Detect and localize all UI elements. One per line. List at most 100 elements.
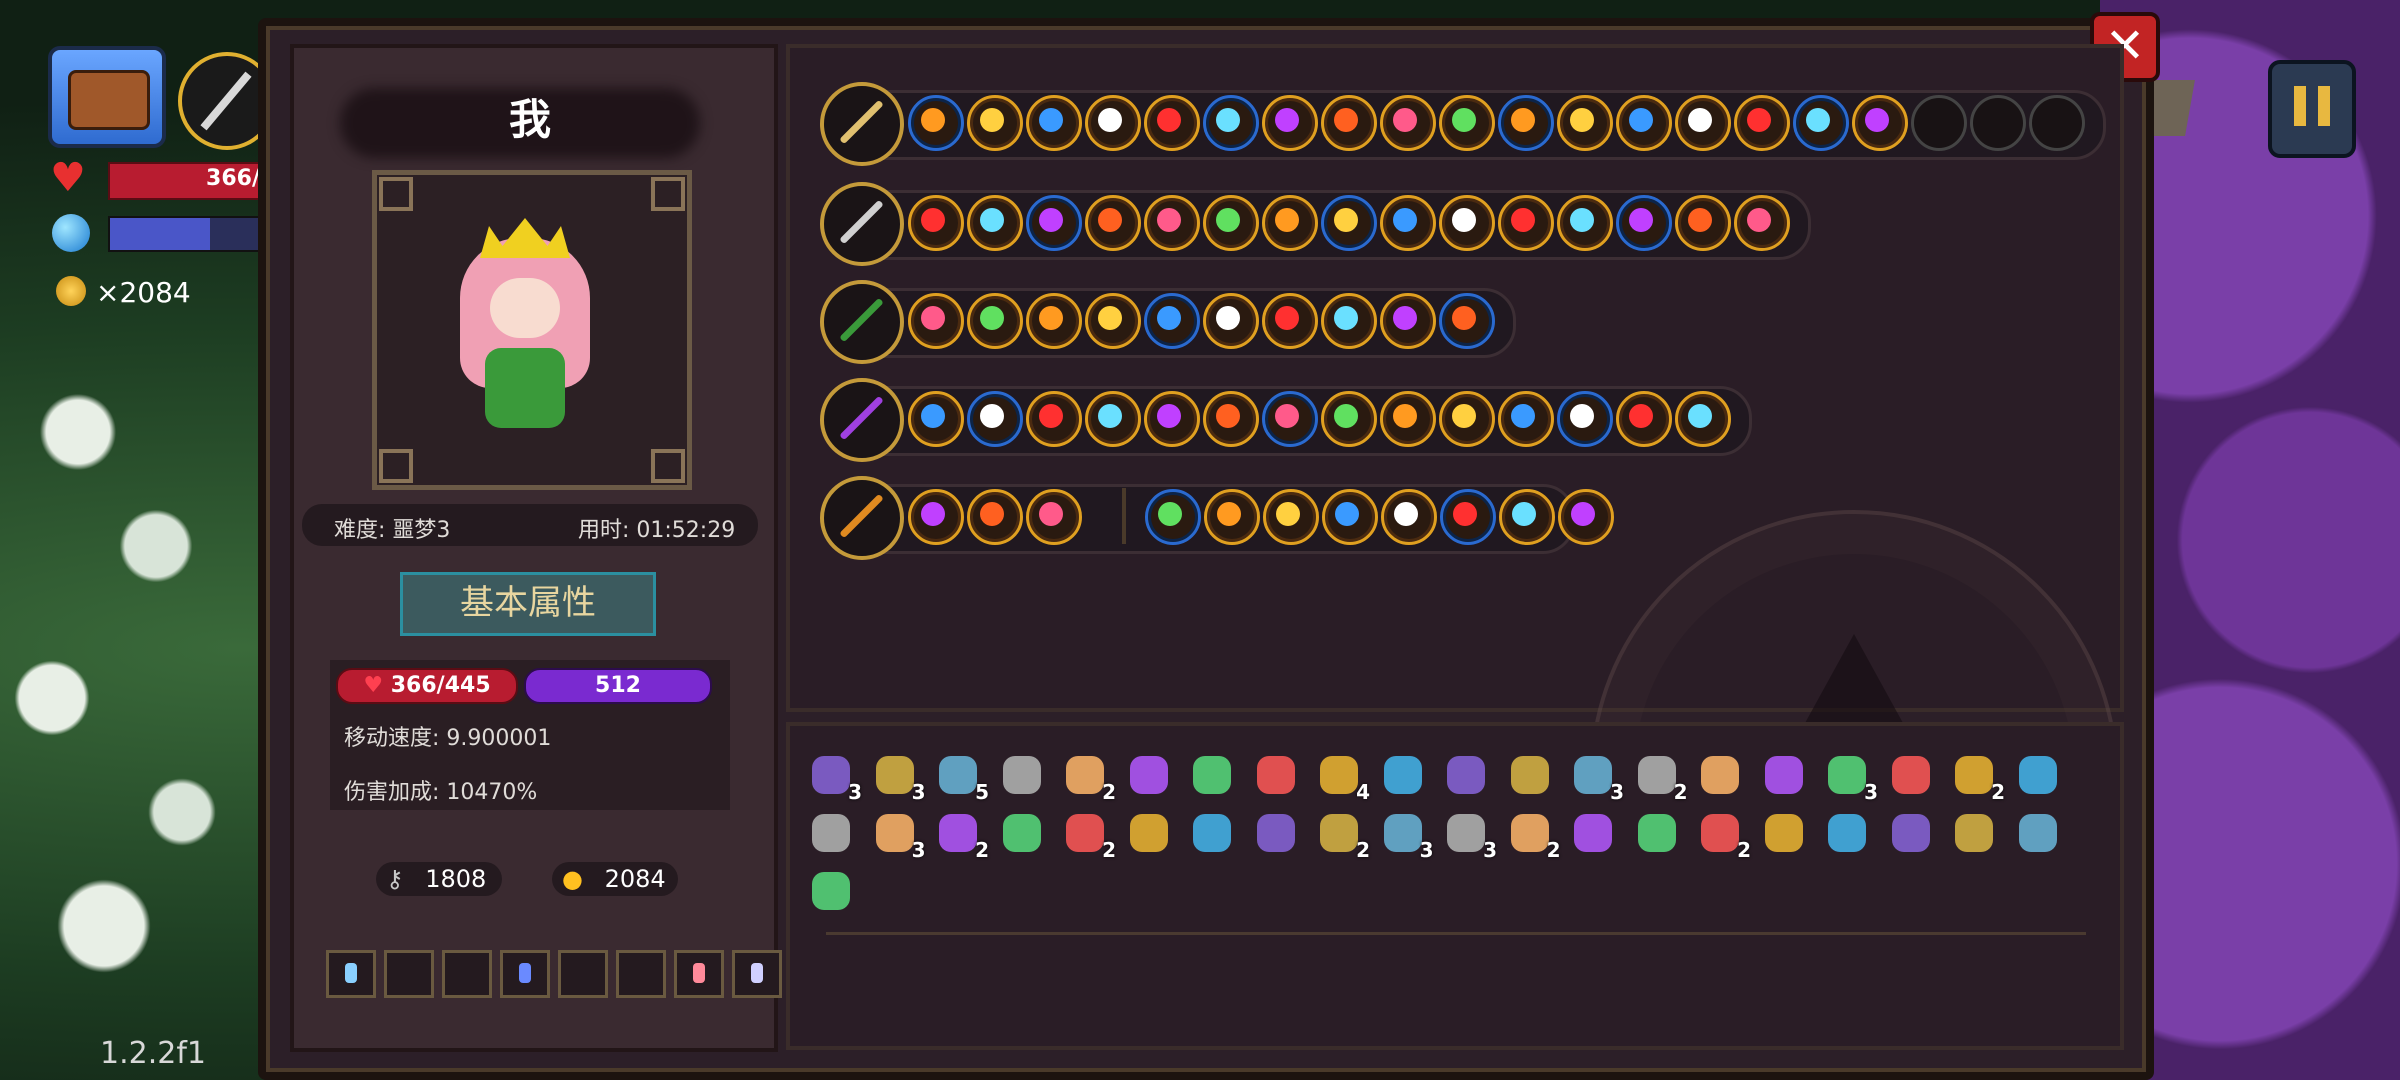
spell-icon[interactable] (1144, 391, 1200, 447)
spell-icon[interactable] (1262, 95, 1318, 151)
spell-icon[interactable] (1440, 489, 1496, 545)
wand-icon[interactable] (820, 378, 904, 462)
spell-icon[interactable] (1734, 95, 1790, 151)
spell-icon[interactable] (908, 489, 964, 545)
inventory-item[interactable]: 3 (1380, 810, 1434, 862)
empty-spell-slot[interactable] (2029, 95, 2085, 151)
spell-icon[interactable] (1675, 95, 1731, 151)
spell-icon[interactable] (1026, 95, 1082, 151)
wand-icon[interactable] (820, 280, 904, 364)
spell-icon[interactable] (1439, 195, 1495, 251)
inventory-item[interactable]: 2 (1634, 752, 1688, 804)
wand-icon[interactable] (820, 476, 904, 560)
spell-icon[interactable] (1085, 195, 1141, 251)
inventory-item[interactable] (2015, 810, 2061, 856)
inventory-item[interactable] (1761, 810, 1807, 856)
spell-icon[interactable] (1734, 195, 1790, 251)
spell-icon[interactable] (1380, 195, 1436, 251)
potion-slot[interactable] (558, 950, 608, 998)
inventory-item[interactable]: 3 (872, 810, 926, 862)
inventory-item[interactable] (1697, 752, 1743, 798)
inventory-item[interactable]: 2 (1062, 752, 1116, 804)
backpack-slot-icon[interactable] (820, 82, 904, 166)
spell-icon[interactable] (1439, 293, 1495, 349)
inventory-item[interactable]: 2 (1316, 810, 1370, 862)
spell-icon[interactable] (1144, 293, 1200, 349)
spell-icon[interactable] (1380, 391, 1436, 447)
spell-icon[interactable] (1675, 195, 1731, 251)
spell-icon[interactable] (1321, 391, 1377, 447)
spell-icon[interactable] (908, 195, 964, 251)
empty-spell-slot[interactable] (1911, 95, 1967, 151)
spell-icon[interactable] (1557, 391, 1613, 447)
inventory-item[interactable]: 3 (872, 752, 926, 804)
spell-icon[interactable] (908, 391, 964, 447)
spell-icon[interactable] (1203, 293, 1259, 349)
inventory-item[interactable] (999, 810, 1045, 856)
spell-icon[interactable] (967, 489, 1023, 545)
spell-icon[interactable] (1204, 489, 1260, 545)
inventory-item[interactable]: 3 (1570, 752, 1624, 804)
inventory-item[interactable]: 2 (1951, 752, 2005, 804)
spell-icon[interactable] (908, 293, 964, 349)
inventory-item[interactable]: 2 (1062, 810, 1116, 862)
spell-icon[interactable] (1499, 489, 1555, 545)
pause-button[interactable] (2268, 60, 2356, 158)
inventory-item[interactable] (808, 868, 854, 914)
inventory-item[interactable] (1189, 752, 1235, 798)
potion-slot[interactable] (384, 950, 434, 998)
inventory-bag-button[interactable] (48, 46, 166, 148)
inventory-item[interactable] (1888, 752, 1934, 798)
spell-icon[interactable] (1144, 195, 1200, 251)
inventory-item[interactable] (2015, 752, 2061, 798)
spell-icon[interactable] (1852, 95, 1908, 151)
inventory-item[interactable] (1253, 752, 1299, 798)
inventory-item[interactable]: 3 (1824, 752, 1878, 804)
spell-icon[interactable] (967, 391, 1023, 447)
spell-icon[interactable] (1321, 95, 1377, 151)
potion-slot[interactable] (500, 950, 550, 998)
spell-icon[interactable] (1203, 195, 1259, 251)
spell-icon[interactable] (1144, 95, 1200, 151)
spell-icon[interactable] (1026, 293, 1082, 349)
spell-icon[interactable] (1203, 95, 1259, 151)
spell-icon[interactable] (1439, 391, 1495, 447)
spell-icon[interactable] (1381, 489, 1437, 545)
inventory-item[interactable]: 2 (935, 810, 989, 862)
spell-icon[interactable] (1085, 293, 1141, 349)
inventory-item[interactable]: 5 (935, 752, 989, 804)
spell-icon[interactable] (967, 95, 1023, 151)
spell-icon[interactable] (1321, 293, 1377, 349)
spell-icon[interactable] (1616, 195, 1672, 251)
potion-slot[interactable] (616, 950, 666, 998)
inventory-item[interactable] (1126, 810, 1172, 856)
spell-icon[interactable] (1675, 391, 1731, 447)
inventory-item[interactable]: 3 (808, 752, 862, 804)
spell-icon[interactable] (1616, 391, 1672, 447)
spell-icon[interactable] (1380, 95, 1436, 151)
spell-icon[interactable] (1085, 391, 1141, 447)
spell-icon[interactable] (1616, 95, 1672, 151)
inventory-item[interactable] (1189, 810, 1235, 856)
potion-slot[interactable] (442, 950, 492, 998)
potion-slot[interactable] (732, 950, 782, 998)
inventory-item[interactable] (1761, 752, 1807, 798)
spell-icon[interactable] (1145, 489, 1201, 545)
basic-attributes-tab[interactable]: 基本属性 (400, 572, 656, 636)
inventory-item[interactable]: 4 (1316, 752, 1370, 804)
inventory-item[interactable] (1507, 752, 1553, 798)
inventory-item[interactable] (999, 752, 1045, 798)
inventory-item[interactable]: 3 (1443, 810, 1497, 862)
spell-icon[interactable] (1498, 95, 1554, 151)
spell-icon[interactable] (1085, 95, 1141, 151)
spell-icon[interactable] (1558, 489, 1614, 545)
spell-icon[interactable] (1262, 195, 1318, 251)
inventory-item[interactable] (1380, 752, 1426, 798)
spell-icon[interactable] (1557, 95, 1613, 151)
potion-slot[interactable] (674, 950, 724, 998)
inventory-item[interactable] (1443, 752, 1489, 798)
inventory-item[interactable] (1951, 810, 1997, 856)
spell-icon[interactable] (1262, 293, 1318, 349)
spell-icon[interactable] (1793, 95, 1849, 151)
spell-icon[interactable] (967, 195, 1023, 251)
